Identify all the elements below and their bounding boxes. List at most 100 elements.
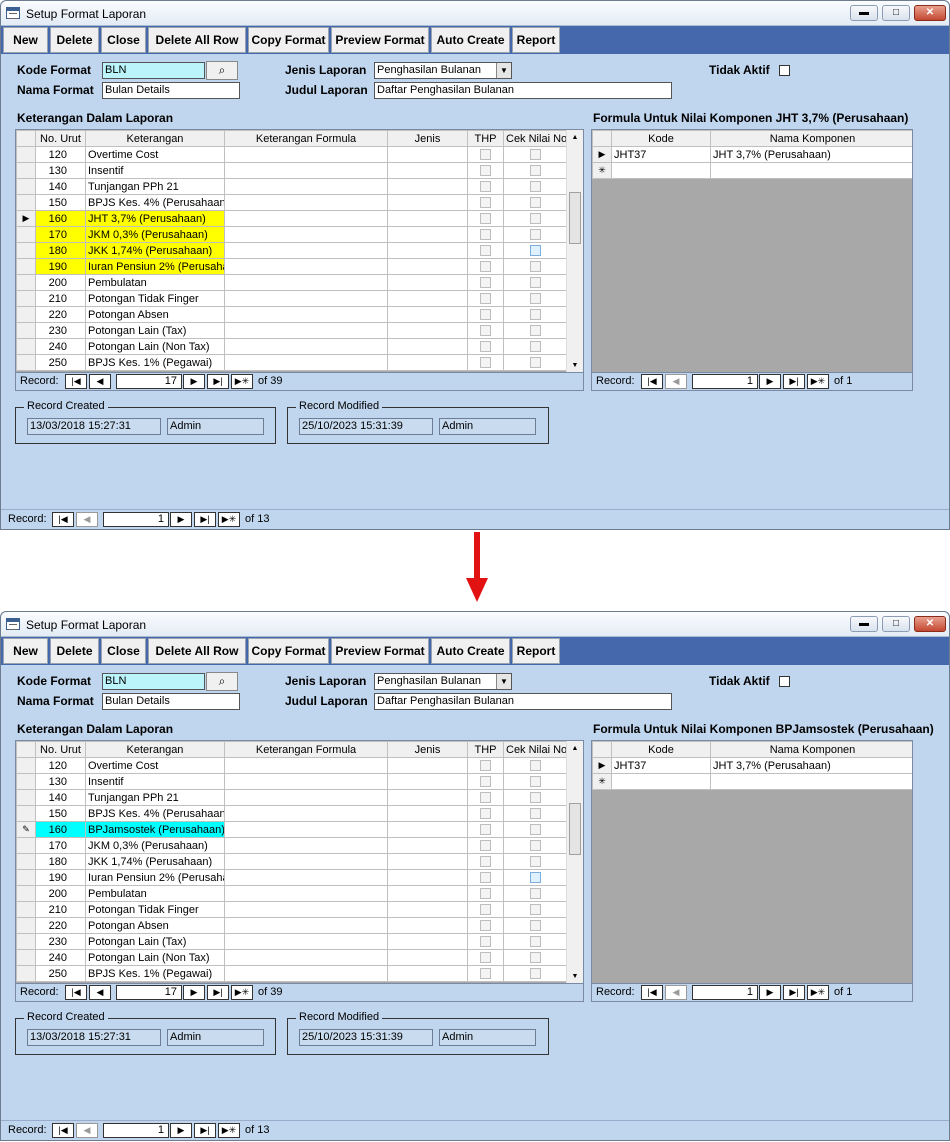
record-position-field[interactable]: 17 [116,374,182,389]
thp-checkbox[interactable] [480,936,491,948]
thp-checkbox[interactable] [480,229,491,241]
keterangan-cell[interactable]: Overtime Cost [85,757,225,774]
cek-nilai-nol-checkbox[interactable] [530,856,541,868]
no-urut-cell[interactable]: 180 [35,242,86,259]
table-row[interactable]: ▶ 160 JHT 3,7% (Perusahaan) [16,210,568,227]
first-record-icon[interactable]: |◀ [65,985,87,1000]
thp-checkbox[interactable] [480,149,491,161]
cek-nilai-nol-cell[interactable] [503,306,568,323]
cek-nilai-nol-checkbox[interactable] [530,325,541,337]
keterangan-formula-cell[interactable] [224,194,388,211]
thp-checkbox[interactable] [480,968,491,980]
keterangan-cell[interactable]: Tunjangan PPh 21 [85,178,225,195]
new-record-icon[interactable]: ✳ [592,162,612,179]
nama-komponen-cell[interactable] [710,773,912,790]
keterangan-formula-cell[interactable] [224,805,388,822]
cek-nilai-nol-checkbox[interactable] [530,904,541,916]
new-nav-record-icon[interactable]: ▶✳ [218,1123,240,1138]
thp-checkbox[interactable] [480,357,491,369]
thp-cell[interactable] [467,338,504,355]
chevron-down-icon[interactable]: ▼ [496,63,511,78]
next-record-icon[interactable]: ▶ [759,985,781,1000]
thp-cell[interactable] [467,789,504,806]
first-record-icon[interactable]: |◀ [641,985,663,1000]
report-button[interactable]: Report [512,27,560,53]
jenis-cell[interactable] [387,178,468,195]
keterangan-formula-cell[interactable] [224,853,388,870]
cek-nilai-nol-checkbox[interactable] [530,245,541,257]
keterangan-cell[interactable]: Potongan Tidak Finger [85,290,225,307]
keterangan-cell[interactable]: JKM 0,3% (Perusahaan) [85,226,225,243]
table-row[interactable]: 240 Potongan Lain (Non Tax) [16,338,568,355]
cek-nilai-nol-cell[interactable] [503,178,568,195]
auto-create-button[interactable]: Auto Create [431,638,510,664]
jenis-cell[interactable] [387,789,468,806]
last-record-icon[interactable]: ▶| [783,985,805,1000]
thp-cell[interactable] [467,290,504,307]
col-header[interactable]: Jenis [387,130,468,147]
table-row[interactable]: 250 BPJS Kes. 1% (Pegawai) [16,354,568,371]
jenis-cell[interactable] [387,853,468,870]
no-urut-cell[interactable]: 170 [35,837,86,854]
thp-checkbox[interactable] [480,872,491,884]
keterangan-formula-cell[interactable] [224,933,388,950]
cek-nilai-nol-checkbox[interactable] [530,341,541,353]
col-header[interactable]: No. Urut [35,741,86,758]
thp-cell[interactable] [467,226,504,243]
vertical-scrollbar[interactable]: ▲ ▼ [566,741,583,983]
new-nav-record-icon[interactable]: ▶✳ [231,985,253,1000]
table-row[interactable]: 150 BPJS Kes. 4% (Perusahaan [16,805,568,822]
first-record-icon[interactable]: |◀ [641,374,663,389]
keterangan-formula-cell[interactable] [224,789,388,806]
table-row[interactable]: 200 Pembulatan [16,885,568,902]
keterangan-formula-cell[interactable] [224,885,388,902]
cek-nilai-nol-cell[interactable] [503,338,568,355]
no-urut-cell[interactable]: 190 [35,258,86,275]
thp-checkbox[interactable] [480,181,491,193]
no-urut-cell[interactable]: 160 [35,210,86,227]
new-button[interactable]: New [3,27,48,53]
preview-format-button[interactable]: Preview Format [331,27,429,53]
table-row[interactable]: 180 JKK 1,74% (Perusahaan) [16,242,568,259]
new-nav-record-icon[interactable]: ▶✳ [807,985,829,1000]
keterangan-cell[interactable]: Potongan Absen [85,917,225,934]
cek-nilai-nol-cell[interactable] [503,773,568,790]
table-row[interactable]: 250 BPJS Kes. 1% (Pegawai) [16,965,568,982]
record-selector-icon[interactable] [16,789,36,806]
thp-cell[interactable] [467,837,504,854]
cek-nilai-nol-checkbox[interactable] [530,936,541,948]
cek-nilai-nol-cell[interactable] [503,322,568,339]
no-urut-cell[interactable]: 250 [35,965,86,982]
keterangan-cell[interactable]: Potongan Lain (Non Tax) [85,949,225,966]
prev-record-icon[interactable]: ◀ [89,374,111,389]
col-header[interactable]: Cek Nilai Nol [503,741,568,758]
cek-nilai-nol-cell[interactable] [503,210,568,227]
jenis-cell[interactable] [387,965,468,982]
cek-nilai-nol-checkbox[interactable] [530,776,541,788]
no-urut-cell[interactable]: 200 [35,274,86,291]
keterangan-cell[interactable]: Potongan Lain (Non Tax) [85,338,225,355]
keterangan-cell[interactable]: BPJS Kes. 4% (Perusahaan [85,805,225,822]
keterangan-formula-cell[interactable] [224,773,388,790]
record-selector-icon[interactable] [16,178,36,195]
close-window-button[interactable]: ✕ [914,616,946,632]
table-row[interactable]: ✎ 160 BPJamsostek (Perusahaan) [16,821,568,838]
next-record-icon[interactable]: ▶ [170,1123,192,1138]
jenis-cell[interactable] [387,837,468,854]
prev-record-icon[interactable]: ◀ [665,985,687,1000]
cek-nilai-nol-checkbox[interactable] [530,149,541,161]
cek-nilai-nol-cell[interactable] [503,933,568,950]
cek-nilai-nol-cell[interactable] [503,869,568,886]
first-record-icon[interactable]: |◀ [52,512,74,527]
no-urut-cell[interactable]: 140 [35,178,86,195]
no-urut-cell[interactable]: 170 [35,226,86,243]
cek-nilai-nol-cell[interactable] [503,837,568,854]
record-selector-icon[interactable] [16,773,36,790]
col-header[interactable]: THP [467,741,504,758]
record-selector-icon[interactable] [16,146,36,163]
cek-nilai-nol-cell[interactable] [503,194,568,211]
scroll-up-icon[interactable]: ▲ [567,132,583,144]
table-row[interactable]: 210 Potongan Tidak Finger [16,901,568,918]
maximize-button[interactable]: □ [882,5,910,21]
cek-nilai-nol-cell[interactable] [503,757,568,774]
